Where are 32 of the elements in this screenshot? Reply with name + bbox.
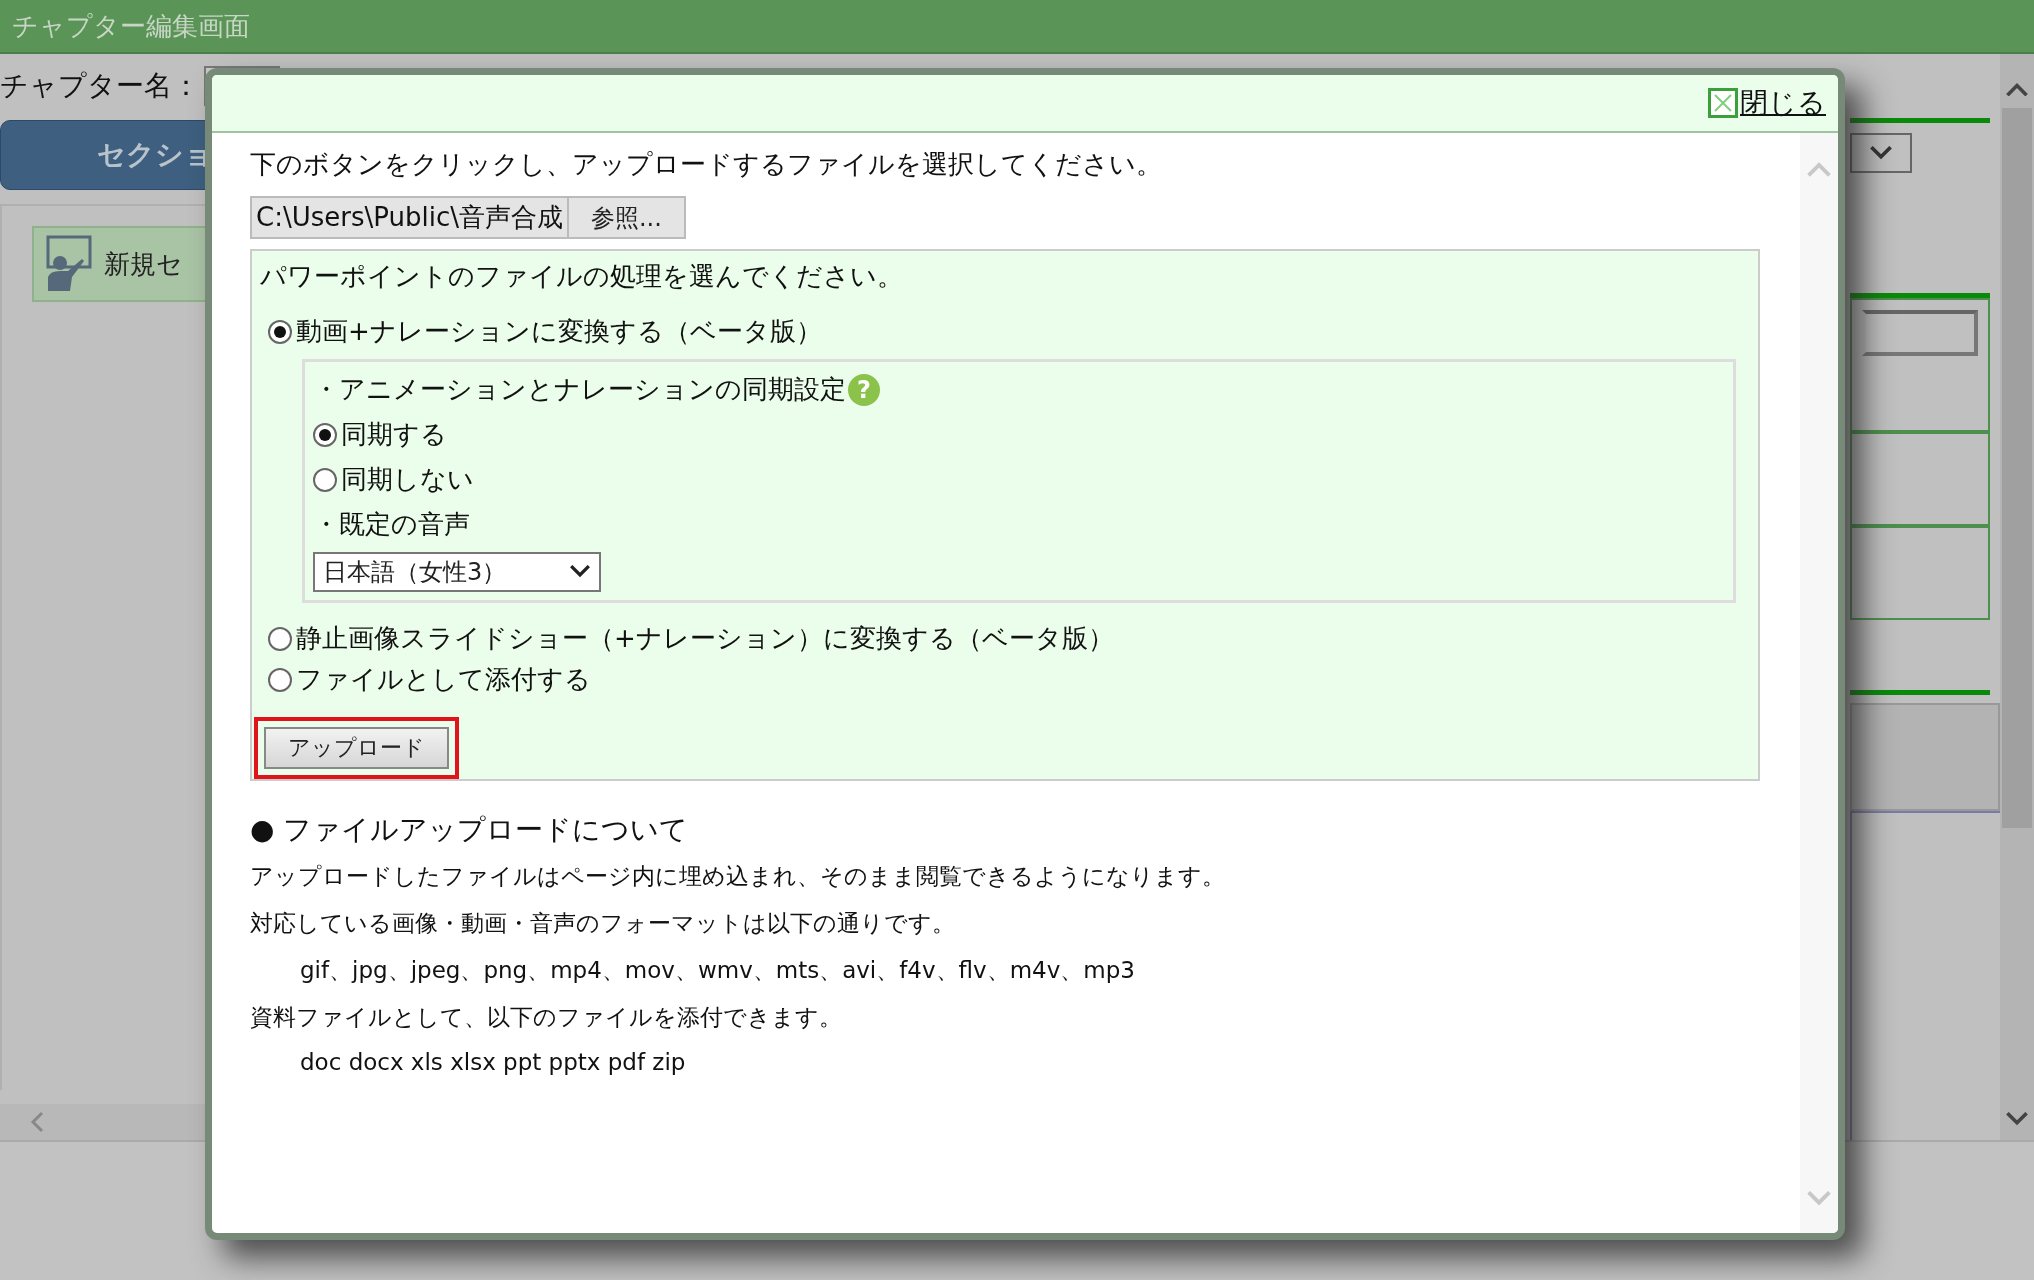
info-text: gif、jpg、jpeg、png、mp4、mov、wmv、mts、avi、f4v、flv、m4v、mp3 bbox=[300, 956, 1136, 985]
close-icon[interactable] bbox=[1708, 88, 1738, 118]
dropdown[interactable] bbox=[1850, 133, 1912, 173]
text-field[interactable] bbox=[1862, 310, 1978, 356]
info-heading: ● ファイルアップロードについて bbox=[250, 812, 690, 848]
radio-button[interactable] bbox=[313, 422, 337, 447]
app-title: チャプター編集画面 bbox=[12, 9, 250, 43]
chapter-name-label: チャプター名： bbox=[0, 68, 200, 104]
info-text: 対応している画像・動画・音声のフォーマットは以下の通りです。 bbox=[250, 909, 956, 938]
option-label: 同期しない bbox=[341, 463, 474, 496]
chevron-up-icon[interactable] bbox=[2005, 82, 2029, 97]
info-text: アップロードしたファイルはページ内に埋め込まれ、そのまま閲覧できるようになります。 bbox=[250, 862, 1226, 891]
voice-heading: ・既定の音声 bbox=[313, 508, 471, 541]
upload-button[interactable]: アップロード bbox=[264, 727, 449, 769]
voice-dropdown[interactable]: 日本語（女性3） bbox=[313, 552, 601, 592]
option-label: 同期する bbox=[341, 418, 447, 451]
chevron-down-icon[interactable] bbox=[1869, 145, 1893, 161]
section-title: 新規セ bbox=[104, 247, 183, 281]
radio-button[interactable] bbox=[268, 319, 292, 344]
browse-button[interactable]: 参照... bbox=[566, 196, 686, 239]
radio-button[interactable] bbox=[313, 467, 337, 492]
info-text: doc docx xls xlsx ppt pptx pdf zip bbox=[300, 1049, 687, 1075]
file-path-field[interactable]: C:\Users\Public\音声合成 bbox=[250, 196, 567, 239]
option-label: ファイルとして添付する bbox=[296, 663, 591, 696]
chevron-down-icon[interactable] bbox=[569, 565, 591, 579]
sync-heading: ・アニメーションとナレーションの同期設定 bbox=[313, 373, 846, 406]
radio-button[interactable] bbox=[268, 626, 292, 651]
close-link[interactable]: 閉じる bbox=[1708, 84, 1826, 122]
radio-button[interactable] bbox=[268, 667, 292, 692]
option-label: 動画+ナレーションに変換する（ベータ版） bbox=[296, 315, 822, 348]
option-label: 静止画像スライドショー（+ナレーション）に変換する（ベータ版） bbox=[296, 622, 1114, 655]
info-text: 資料ファイルとして、以下のファイルを添付できます。 bbox=[250, 1003, 843, 1032]
